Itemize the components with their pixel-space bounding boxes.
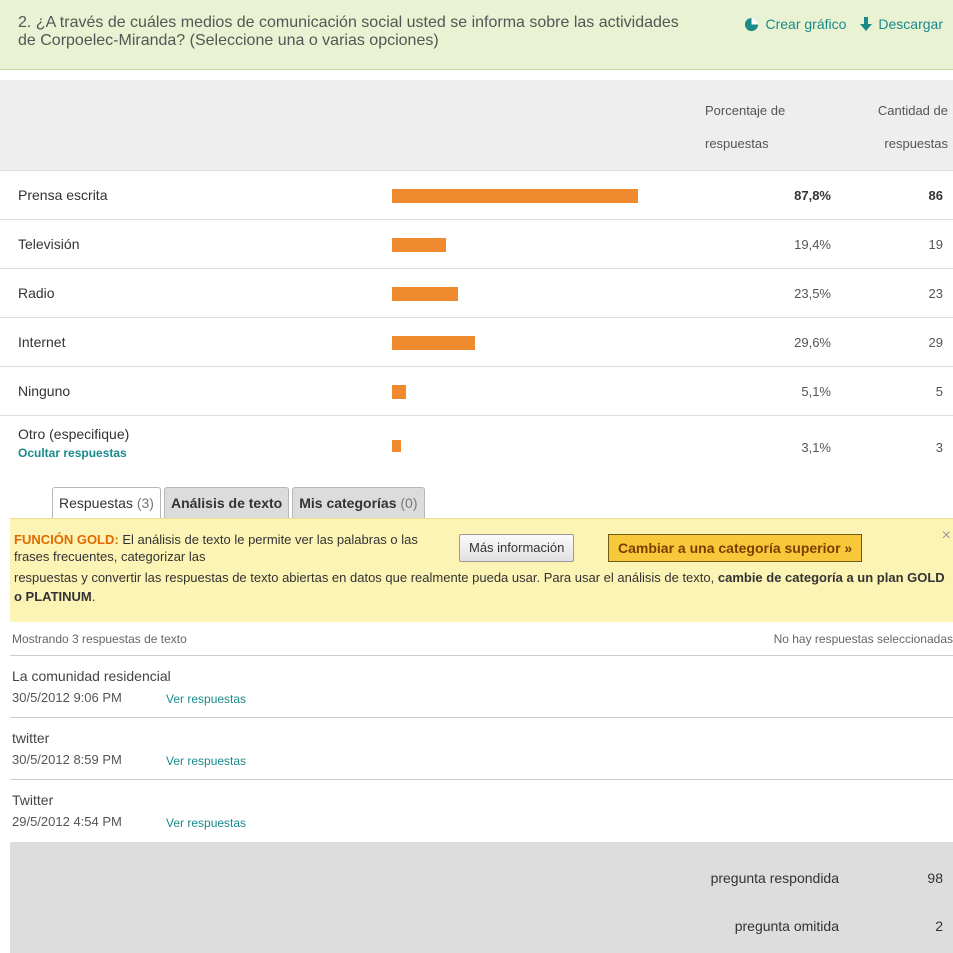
answer-label: Otro (especifique) (18, 426, 130, 442)
banner-text-end: . (91, 589, 96, 604)
banner-text-b: respuestas y convertir las respuestas de… (14, 570, 718, 585)
answer-count: 86 (928, 188, 943, 203)
response-text: twitter (12, 730, 50, 746)
answer-label: Ninguno (18, 383, 71, 399)
response-summary: pregunta respondida 98 pregunta omitida … (10, 842, 953, 953)
answered-value: 98 (927, 870, 943, 886)
count-column-header: Cantidad de respuestas (877, 103, 948, 151)
results-table-header: Porcentaje de respuestas Cantidad de res… (0, 80, 953, 170)
response-text: La comunidad residencial (12, 668, 171, 684)
tab-text-analysis[interactable]: Análisis de texto (163, 487, 290, 518)
tab-count: (3) (136, 495, 154, 511)
tab-label: Respuestas (59, 495, 133, 511)
hide-responses-link[interactable]: Ocultar respuestas (18, 446, 127, 460)
answer-bar (392, 336, 475, 350)
answer-percent: 5,1% (801, 384, 831, 399)
answered-label: pregunta respondida (710, 870, 839, 886)
download-button[interactable]: Descargar (860, 16, 943, 32)
answer-percent: 3,1% (801, 440, 831, 455)
answer-row: Ninguno 5,1% 5 (0, 366, 953, 415)
answer-row: Internet 29,6% 29 (0, 317, 953, 366)
gold-feature-tag: FUNCIÓN GOLD: (14, 532, 119, 547)
tab-responses[interactable]: Respuestas (3) (52, 487, 161, 518)
answer-row: Prensa escrita 87,8% 86 (0, 170, 953, 219)
response-text: Twitter (12, 792, 54, 808)
answer-count: 29 (928, 335, 943, 350)
skipped-label: pregunta omitida (734, 918, 839, 934)
answer-count: 23 (928, 286, 943, 301)
create-chart-label: Crear gráfico (765, 16, 847, 32)
results-table: Prensa escrita 87,8% 86 Televisión 19,4%… (0, 170, 953, 471)
list-item: La comunidad residencial 30/5/2012 9:06 … (10, 656, 953, 718)
showing-count-text: Mostrando 3 respuestas de texto (12, 632, 187, 646)
answer-label: Internet (18, 334, 66, 350)
response-date: 30/5/2012 8:59 PM (12, 752, 122, 767)
view-responses-link[interactable]: Ver respuestas (166, 692, 246, 706)
answer-percent: 87,8% (794, 188, 831, 203)
response-tabs: Respuestas (3) Análisis de texto Mis cat… (52, 487, 425, 518)
answer-label: Prensa escrita (18, 187, 108, 203)
response-date: 30/5/2012 9:06 PM (12, 690, 122, 705)
answer-row: Radio 23,5% 23 (0, 268, 953, 317)
response-date: 29/5/2012 4:54 PM (12, 814, 122, 829)
download-label: Descargar (878, 16, 943, 32)
question-header: 2. ¿A través de cuáles medios de comunic… (0, 0, 953, 70)
answer-count: 3 (935, 440, 943, 455)
create-chart-button[interactable]: Crear gráfico (744, 16, 846, 32)
question-actions: Crear gráfico Descargar (744, 16, 943, 32)
answered-row: pregunta respondida 98 (10, 864, 953, 892)
responses-list-header: Mostrando 3 respuestas de texto No hay r… (10, 622, 953, 656)
gold-feature-banner: FUNCIÓN GOLD: El análisis de texto le pe… (10, 518, 953, 622)
download-arrow-icon (860, 16, 873, 31)
banner-text-body: respuestas y convertir las respuestas de… (14, 568, 953, 606)
answer-count: 19 (928, 237, 943, 252)
question-title: 2. ¿A través de cuáles medios de comunic… (18, 14, 679, 49)
answer-bar (392, 189, 638, 203)
view-responses-link[interactable]: Ver respuestas (166, 816, 246, 830)
tab-my-categories[interactable]: Mis categorías (0) (292, 487, 425, 518)
answer-row: Televisión 19,4% 19 (0, 219, 953, 268)
selection-status-text: No hay respuestas seleccionadas (773, 632, 953, 646)
answer-percent: 29,6% (794, 335, 831, 350)
skipped-value: 2 (935, 918, 943, 934)
pie-chart-icon (745, 17, 759, 31)
answer-percent: 19,4% (794, 237, 831, 252)
answer-bar (392, 440, 401, 452)
answer-bar (392, 238, 446, 252)
answer-percent: 23,5% (794, 286, 831, 301)
answer-row: Otro (especifique) Ocultar respuestas 3,… (0, 415, 953, 471)
tab-label: Análisis de texto (170, 495, 283, 511)
list-item: Twitter 29/5/2012 4:54 PM Ver respuestas (10, 780, 953, 842)
more-info-button[interactable]: Más información (459, 534, 575, 562)
list-item: twitter 30/5/2012 8:59 PM Ver respuestas (10, 718, 953, 780)
percent-column-header: Porcentaje de respuestas (705, 103, 786, 151)
upgrade-button[interactable]: Cambiar a una categoría superior » (608, 534, 863, 562)
skipped-row: pregunta omitida 2 (10, 912, 953, 940)
close-icon[interactable]: × (942, 527, 951, 545)
answer-bar (392, 385, 406, 399)
tab-count: (0) (400, 495, 418, 511)
answer-label: Televisión (18, 236, 80, 252)
answer-count: 5 (935, 384, 943, 399)
tab-label: Mis categorías (299, 495, 397, 511)
answer-label: Radio (18, 285, 55, 301)
banner-text-intro: FUNCIÓN GOLD: El análisis de texto le pe… (14, 531, 434, 565)
view-responses-link[interactable]: Ver respuestas (166, 754, 246, 768)
answer-bar (392, 287, 458, 301)
